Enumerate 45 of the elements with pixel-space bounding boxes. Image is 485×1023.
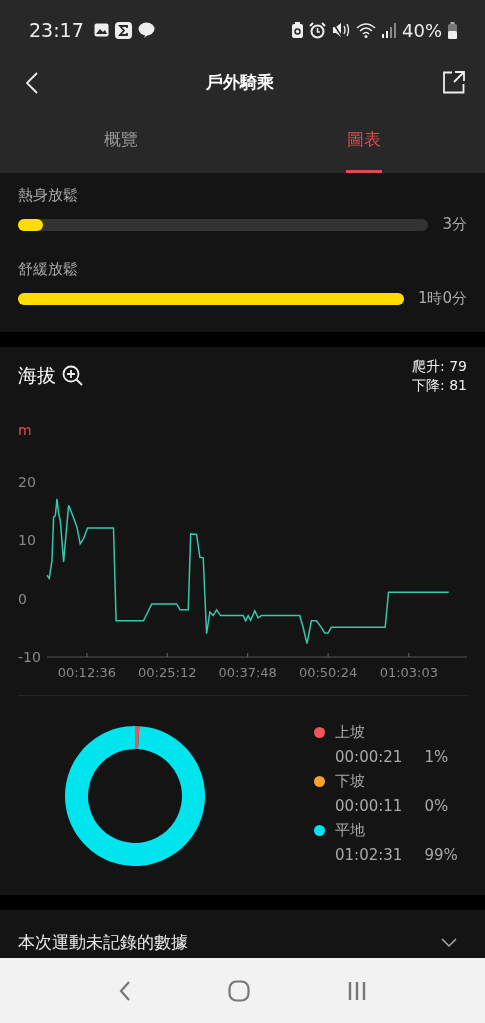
battery-icon bbox=[448, 21, 457, 39]
home-icon[interactable] bbox=[227, 979, 250, 1002]
chat-bubble-icon bbox=[137, 22, 155, 38]
share-icon[interactable] bbox=[442, 71, 465, 94]
legend-time: 01:02:31 bbox=[335, 846, 403, 864]
page-title: 戶外騎乘 bbox=[206, 71, 274, 94]
x-tick-label: 01:03:03 bbox=[379, 665, 438, 680]
y-tick-label: -10 bbox=[18, 649, 41, 665]
y-tick-label: 20 bbox=[18, 474, 36, 490]
battery-percent: 40% bbox=[402, 19, 442, 41]
recents-icon[interactable] bbox=[346, 980, 367, 1001]
signal-icon bbox=[382, 22, 396, 38]
wifi-icon bbox=[356, 22, 376, 38]
zone-duration: 3分 bbox=[442, 215, 467, 234]
legend-percent: 99% bbox=[424, 846, 458, 864]
y-tick-label: 10 bbox=[18, 532, 36, 549]
chart-title: 海拔 bbox=[18, 363, 56, 388]
battery-saver-icon bbox=[292, 22, 303, 38]
zone-label: 熱身放鬆 bbox=[18, 186, 79, 205]
legend-percent: 1% bbox=[424, 748, 449, 766]
legend-time: 00:00:11 bbox=[335, 797, 403, 815]
section-title: 本次運動未記錄的數據 bbox=[18, 931, 188, 954]
gallery-icon bbox=[93, 23, 109, 37]
legend-label: 上坡 bbox=[335, 723, 365, 742]
alarm-icon bbox=[309, 21, 326, 39]
x-tick-label: 00:50:24 bbox=[298, 665, 358, 680]
status-time: 23:17 bbox=[29, 19, 84, 41]
zoom-in-icon[interactable] bbox=[62, 365, 84, 387]
descent-value: 下降: 81 bbox=[412, 376, 467, 395]
legend-time: 00:00:21 bbox=[335, 748, 403, 766]
axis-unit: m bbox=[18, 422, 32, 438]
zone-duration: 1時0分 bbox=[417, 289, 467, 308]
climb-value: 爬升: 79 bbox=[412, 357, 467, 376]
legend-percent: 0% bbox=[424, 797, 449, 815]
tab[interactable]: 概覽 bbox=[0, 105, 243, 173]
x-tick-label: 00:37:48 bbox=[218, 665, 277, 680]
legend-label: 平地 bbox=[335, 821, 365, 840]
tab[interactable]: 圖表 bbox=[242, 105, 485, 173]
x-tick-label: 00:12:36 bbox=[57, 665, 117, 680]
zone-label: 舒緩放鬆 bbox=[18, 260, 79, 279]
x-tick-label: 00:25:12 bbox=[138, 665, 197, 680]
chevron-down-icon[interactable] bbox=[441, 938, 457, 948]
y-tick-label: 0 bbox=[18, 590, 27, 607]
legend-label: 下坡 bbox=[335, 772, 365, 791]
sigma-icon bbox=[114, 21, 132, 39]
